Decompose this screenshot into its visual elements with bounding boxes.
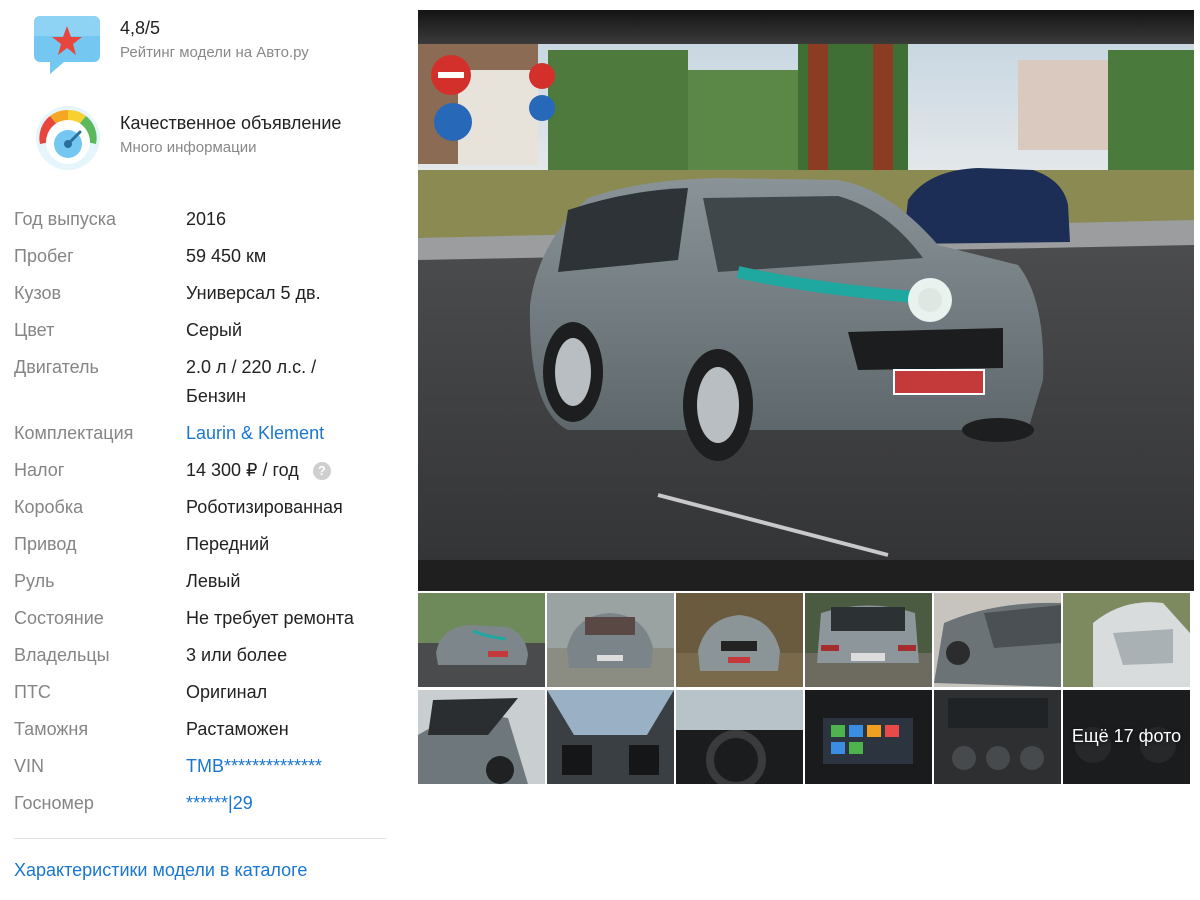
spec-value: 2016 [186,209,227,229]
catalog-link[interactable]: Характеристики модели в каталоге [14,860,307,881]
spec-value-tax: 14 300 ₽ / год? [186,456,386,485]
quality-gauge-icon [34,104,102,172]
plate-link[interactable]: ******|29 [186,789,386,818]
spec-row-color: Цвет Серый [14,312,386,349]
spec-label: Состояние [14,608,104,628]
spec-label: VIN [14,756,45,776]
specs-list: Год выпуска 2016 Пробег 59 450 км Кузов … [14,201,386,822]
spec-label: Госномер [14,793,94,813]
spec-value: Левый [186,571,241,591]
spec-row-drive: Привод Передний [14,526,386,563]
spec-row-owners: Владельцы 3 или более [14,637,386,674]
rating-caption: Рейтинг модели на Авто.ру [120,44,309,61]
more-photos-label: Ещё 17 фото [1071,726,1182,746]
spec-label: Комплектация [14,423,134,443]
spec-value: Серый [186,320,243,340]
spec-row-trim: Комплектация Laurin & Klement [14,415,386,452]
spec-value: Растаможен [186,719,289,739]
thumbnail-11[interactable] [934,690,1061,784]
spec-row-tax: Налог 14 300 ₽ / год? [14,452,386,489]
spec-label: Цвет [14,320,55,340]
thumbnail-3[interactable] [676,593,803,687]
spec-label: Кузов [14,283,62,303]
spec-row-body: Кузов Универсал 5 дв. [14,275,386,312]
spec-label: ПТС [14,682,51,702]
car-info-panel: 4,8/5 Рейтинг модели на Авто.ру Качестве… [0,0,400,900]
spec-value: Не требует ремонта [186,608,354,628]
spec-row-plate: Госномер ******|29 [14,785,386,822]
main-photo[interactable] [418,10,1194,591]
thumbnail-more[interactable]: Ещё 17 фото [1063,690,1190,784]
star-bubble-icon [34,12,102,80]
thumbnail-4[interactable] [805,593,932,687]
thumbnail-2[interactable] [547,593,674,687]
thumbnail-grid: Ещё 17 фото [418,593,1194,784]
car-photo-image [418,10,1194,591]
tax-value: 14 300 ₽ / год [186,460,299,480]
thumbnail-9[interactable] [676,690,803,784]
spec-value: Передний [186,534,270,554]
help-icon[interactable]: ? [312,462,331,480]
thumbnail-10[interactable] [805,690,932,784]
spec-label: Привод [14,534,77,554]
quality-caption: Много информации [120,139,257,156]
divider [14,838,386,839]
spec-label: Пробег [14,246,74,266]
spec-row-customs: Таможня Растаможен [14,711,386,748]
spec-row-vin: VIN TMB************** [14,748,386,785]
thumbnail-8[interactable] [547,690,674,784]
spec-label: Налог [14,460,65,480]
spec-label: Год выпуска [14,209,116,229]
quality-title: Качественное объявление [120,113,342,133]
quality-badge[interactable]: Качественное объявление Много информации [34,104,341,172]
spec-label: Руль [14,571,55,591]
spec-label: Владельцы [14,645,110,665]
thumbnail-7[interactable] [418,690,545,784]
spec-value: 3 или более [186,645,288,665]
spec-value: 59 450 км [186,246,267,266]
spec-label: Таможня [14,719,89,739]
thumbnail-1[interactable] [418,593,545,687]
spec-row-year: Год выпуска 2016 [14,201,386,238]
spec-row-steering: Руль Левый [14,563,386,600]
model-rating-badge[interactable]: 4,8/5 Рейтинг модели на Авто.ру [34,12,309,80]
trim-link[interactable]: Laurin & Klement [186,419,386,448]
spec-label: Коробка [14,497,84,517]
spec-value: 2.0 л / 220 л.с. / Бензин [186,357,317,406]
spec-row-pts: ПТС Оригинал [14,674,386,711]
spec-row-engine: Двигатель 2.0 л / 220 л.с. / Бензин [14,349,386,415]
spec-value: Универсал 5 дв. [186,283,321,303]
spec-value: Роботизированная [186,497,343,517]
spec-row-condition: Состояние Не требует ремонта [14,600,386,637]
spec-label: Двигатель [14,357,99,377]
thumbnail-6[interactable] [1063,593,1190,687]
spec-row-mileage: Пробег 59 450 км [14,238,386,275]
spec-row-gearbox: Коробка Роботизированная [14,489,386,526]
rating-value: 4,8/5 [120,18,161,38]
vin-link[interactable]: TMB************** [186,752,386,781]
thumbnail-5[interactable] [934,593,1061,687]
spec-value: Оригинал [186,682,268,702]
